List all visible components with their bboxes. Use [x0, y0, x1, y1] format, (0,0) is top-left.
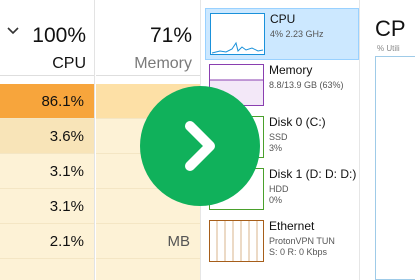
cpu-column-header[interactable]: 100% CPU [0, 0, 94, 76]
perf-item-label: Disk 1 (D: D: D:) [269, 167, 357, 181]
ethernet-graph-thumbnail [209, 220, 264, 262]
perf-item-detail: 0% [269, 195, 283, 205]
perf-item-label: Memory [269, 63, 313, 77]
detail-pane: CP % Utili [361, 0, 420, 280]
perf-item-detail: 3% [269, 143, 283, 153]
memory-column-header[interactable]: 71% Memory [96, 0, 200, 76]
perf-item-detail: HDD [269, 184, 289, 194]
cpu-value: 3.1% [49, 163, 84, 180]
perf-item-label: Ethernet [269, 219, 315, 233]
table-row-cpu[interactable]: 3.1% [0, 154, 94, 189]
perf-item-ethernet[interactable]: Ethernet ProtonVPN TUN S: 0 R: 0 Kbps [205, 216, 359, 268]
table-row-cpu[interactable]: 86.1% [0, 84, 94, 119]
cpu-value: 86.1% [41, 93, 84, 110]
cpu-value: 2.1% [49, 233, 84, 250]
memory-total-percent: 71% [149, 24, 192, 47]
table-row-cpu[interactable] [0, 259, 94, 280]
sort-chevron-down-icon [7, 27, 19, 35]
perf-item-detail: ProtonVPN TUN [269, 236, 335, 246]
perf-item-detail: S: 0 R: 0 Kbps [269, 247, 328, 257]
table-row-cpu[interactable]: 3.1% [0, 189, 94, 224]
chevron-right-icon [185, 121, 215, 171]
perf-item-detail: SSD [269, 132, 288, 142]
cpu-total-percent: 100% [32, 24, 86, 47]
detail-title: CP [375, 16, 406, 41]
perf-item-label: CPU [270, 12, 296, 26]
cpu-column-label: CPU [52, 55, 86, 72]
perf-item-detail: 4% 2.23 GHz [270, 29, 324, 39]
memory-column-label: Memory [134, 55, 192, 72]
perf-item-label: Disk 0 (C:) [269, 115, 326, 129]
detail-subtitle: % Utili [377, 44, 400, 53]
perf-item-detail: 8.8/13.9 GB (63%) [269, 80, 344, 90]
table-row-cpu[interactable]: 2.1% [0, 224, 94, 259]
cpu-value: 3.6% [49, 128, 84, 145]
table-row-memory[interactable] [96, 259, 200, 280]
next-button[interactable] [140, 86, 260, 206]
table-row-memory[interactable]: MB [96, 224, 200, 259]
memory-value: MB [167, 233, 191, 250]
cpu-value: 3.1% [49, 198, 84, 215]
cpu-utilization-graph [375, 56, 415, 280]
table-row-cpu[interactable]: 3.6% [0, 119, 94, 154]
cpu-column: 100% CPU 86.1% 3.6% 3.1% 3.1% 2.1% [0, 0, 95, 280]
cpu-graph-thumbnail [210, 13, 265, 55]
perf-item-cpu[interactable]: CPU 4% 2.23 GHz [205, 8, 359, 60]
